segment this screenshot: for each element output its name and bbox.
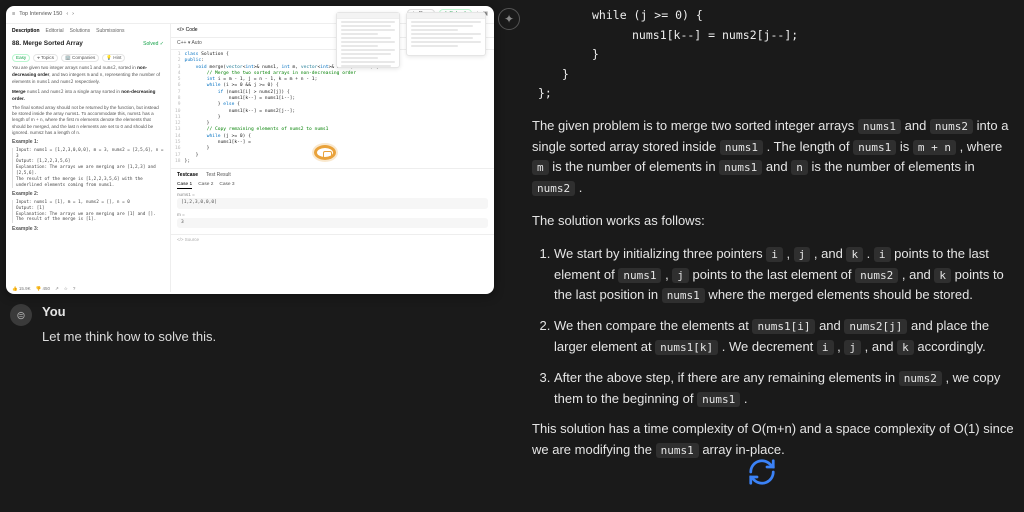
- preview-thumbnail-1: [336, 12, 400, 68]
- assistant-response: while (j >= 0) { nums1[k--] = nums2[j--]…: [520, 6, 1014, 461]
- tab-testcase[interactable]: Testcase: [177, 172, 198, 179]
- nav-next-icon[interactable]: ›: [72, 11, 74, 18]
- steps-list: We start by initializing three pointers …: [532, 244, 1014, 410]
- preview-thumbnail-2: [406, 12, 486, 56]
- description-pane: Description Editorial Solutions Submissi…: [6, 24, 171, 292]
- help-icon[interactable]: ?: [73, 286, 76, 292]
- tab-submissions[interactable]: Submissions: [96, 28, 124, 35]
- topics-tag[interactable]: ⌖ Topics: [33, 54, 58, 62]
- hint-tag[interactable]: 💡 Hint: [102, 54, 125, 62]
- source-footer[interactable]: </> Source: [171, 234, 494, 245]
- step-2: We then compare the elements at nums1[i]…: [554, 316, 1014, 358]
- user-text: Let me think how to solve this.: [42, 329, 216, 344]
- user-message: ⊜ You Let me think how to solve this.: [6, 304, 500, 344]
- field-nums1-value[interactable]: [1,2,3,0,0,0]: [177, 198, 488, 208]
- nav-prev-icon[interactable]: ‹: [66, 11, 68, 18]
- assistant-avatar-icon: ✦: [498, 8, 520, 30]
- cursor-highlight-ring: [314, 145, 336, 160]
- explanation-para-2: The solution works as follows:: [532, 211, 1014, 232]
- problem-title: 88. Merge Sorted Array: [12, 40, 83, 49]
- code-editor[interactable]: 123456789101112131415161718 class Soluti…: [171, 50, 494, 168]
- code-pane: </> Code C++ ▾ Auto 12345678910111213141…: [171, 24, 494, 292]
- tab-solutions[interactable]: Solutions: [70, 28, 91, 35]
- star-icon[interactable]: ☆: [64, 286, 68, 292]
- solved-badge: Solved ✓: [143, 41, 164, 48]
- desc-footer: 👍 15.9K 👎 450 ↗ ☆ ?: [12, 286, 75, 292]
- list-icon[interactable]: ≡: [12, 11, 15, 18]
- field-m-label: m =: [177, 212, 488, 218]
- field-m-value[interactable]: 3: [177, 218, 488, 228]
- line-gutter: 123456789101112131415161718: [175, 52, 185, 166]
- tab-description[interactable]: Description: [12, 28, 40, 35]
- case-2[interactable]: Case 2: [198, 182, 213, 189]
- refresh-icon: [747, 457, 777, 487]
- problem-statement: You are given two integer arrays nums1 a…: [12, 65, 164, 233]
- dislike-count[interactable]: 👎 450: [36, 286, 50, 292]
- code-snippet: while (j >= 0) { nums1[k--] = nums2[j--]…: [532, 6, 1014, 104]
- step-1: We start by initializing three pointers …: [554, 244, 1014, 306]
- testcase-panel: Testcase Test Result Case 1 Case 2 Case …: [171, 168, 494, 234]
- leetcode-screenshot: ≡ Top Interview 150 ‹ › ▷ Run ⏵ Submit ⤓…: [6, 6, 494, 294]
- user-name: You: [42, 304, 216, 319]
- complexity-para: This solution has a time complexity of O…: [532, 419, 1014, 461]
- user-avatar-icon: ⊜: [10, 304, 32, 326]
- regenerate-button[interactable]: [747, 457, 777, 490]
- like-count[interactable]: 👍 15.9K: [12, 286, 31, 292]
- case-1[interactable]: Case 1: [177, 182, 192, 189]
- difficulty-easy: Easy: [12, 54, 30, 62]
- tab-test-result[interactable]: Test Result: [206, 172, 231, 179]
- problem-list-title[interactable]: Top Interview 150: [19, 11, 62, 18]
- companies-tag[interactable]: 🏢 Companies: [61, 54, 99, 62]
- step-3: After the above step, if there are any r…: [554, 368, 1014, 410]
- share-icon[interactable]: ↗: [55, 286, 59, 292]
- code-tab[interactable]: </> Code: [177, 27, 198, 34]
- case-3[interactable]: Case 3: [219, 182, 234, 189]
- explanation-para-1: The given problem is to merge two sorted…: [532, 116, 1014, 199]
- tab-editorial[interactable]: Editorial: [46, 28, 64, 35]
